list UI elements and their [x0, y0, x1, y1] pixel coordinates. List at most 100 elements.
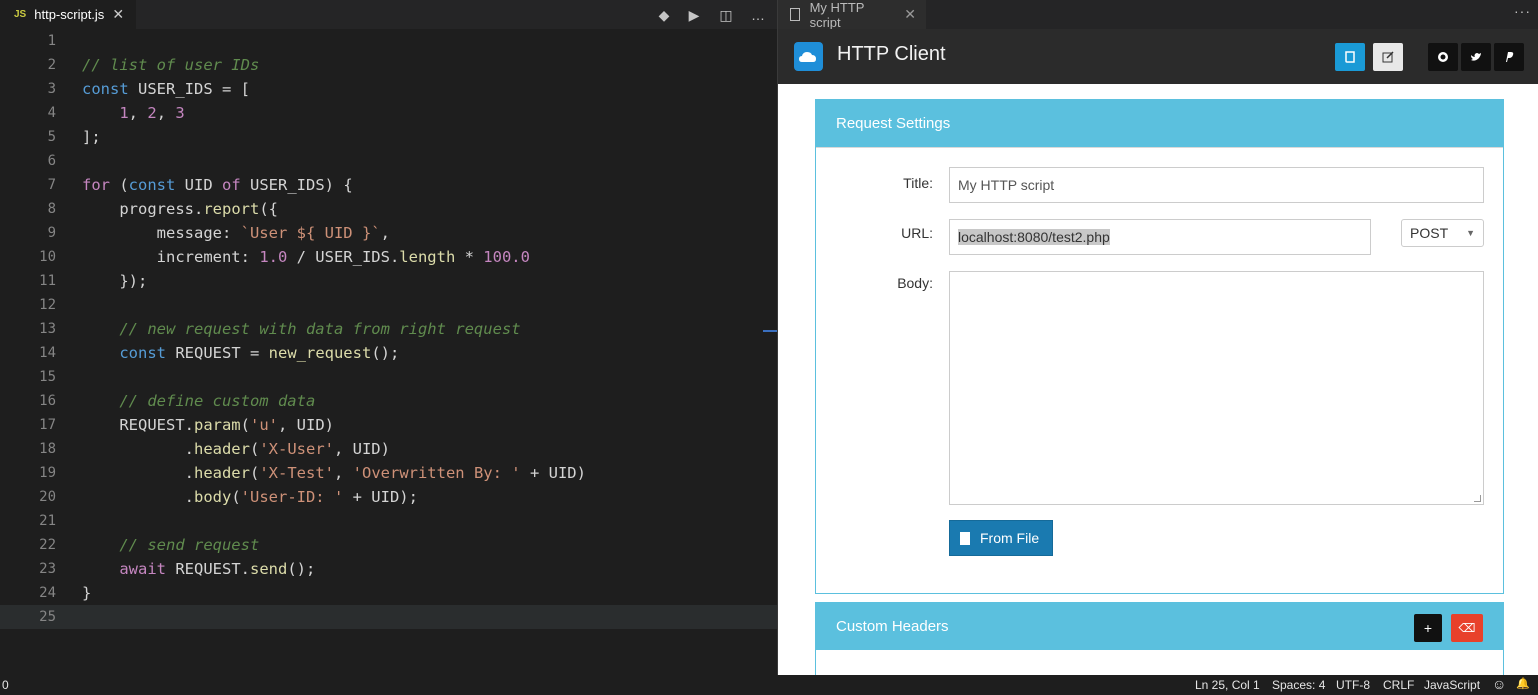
indentation[interactable]: Spaces: 4 — [1272, 678, 1325, 692]
code-token: . — [82, 464, 194, 482]
git-compare-icon[interactable]: ◆ — [654, 5, 674, 25]
book-button[interactable] — [1335, 43, 1365, 71]
line-number: 8 — [47, 201, 56, 217]
code-token: ( — [231, 488, 241, 506]
code-token: // define custom data — [119, 392, 316, 410]
code-token: }); — [82, 272, 148, 290]
code-editor[interactable]: 1 2// list of user IDs 3 const USER_IDS = [… — [0, 29, 777, 675]
line-number: 16 — [39, 393, 56, 409]
custom-headers-panel: Custom Headers + ⌫ — [815, 602, 1504, 675]
code-token: param — [193, 416, 241, 434]
code-token: REQUEST = — [166, 344, 269, 362]
code-token: increment: — [82, 248, 260, 266]
code-token: 'X-Test' — [259, 464, 334, 482]
code-line[interactable]: 8 progress.report({ — [0, 197, 777, 221]
code-line[interactable]: 9 message: `User ${ UID }`, — [0, 221, 777, 245]
code-text: .header('X-Test', 'Overwritten By: ' + U… — [82, 461, 586, 485]
code-line[interactable]: 5]; — [0, 125, 777, 149]
bell-icon[interactable]: 🔔 — [1516, 677, 1530, 690]
code-line[interactable]: 19 .header('X-Test', 'Overwritten By: ' … — [0, 461, 777, 485]
code-text: // send request — [82, 533, 259, 557]
code-line[interactable]: 24} — [0, 581, 777, 605]
from-file-button[interactable]: From File — [949, 520, 1053, 556]
method-select[interactable]: POST ▼ — [1401, 219, 1484, 247]
code-line[interactable]: 12 — [0, 293, 777, 317]
title-input[interactable]: My HTTP script — [949, 167, 1484, 203]
right-tab-bar: My HTTP script ✕ ··· — [778, 0, 1538, 30]
url-input[interactable]: localhost:8080/test2.php — [949, 219, 1371, 255]
code-token: // list of user IDs — [82, 56, 260, 74]
feedback-smiley-icon[interactable]: ☺ — [1492, 676, 1506, 692]
code-line[interactable]: 13 // new request with data from right r… — [0, 317, 777, 341]
title-input-value: My HTTP script — [958, 177, 1055, 193]
code-line[interactable]: 10 increment: 1.0 / USER_IDS.length * 10… — [0, 245, 777, 269]
code-line[interactable]: 15 — [0, 365, 777, 389]
github-button[interactable] — [1428, 43, 1458, 71]
encoding[interactable]: UTF-8 — [1336, 678, 1370, 692]
code-line[interactable]: 17 REQUEST.param('u', UID) — [0, 413, 777, 437]
tab-my-http-script[interactable]: My HTTP script ✕ — [778, 0, 926, 30]
plus-circle-icon: + — [1423, 620, 1433, 636]
code-line[interactable]: 22 // send request — [0, 533, 777, 557]
code-token: 100.0 — [483, 248, 530, 266]
body-textarea[interactable] — [949, 271, 1484, 505]
split-editor-icon[interactable]: ◫ — [716, 5, 736, 25]
eraser-icon: ⌫ — [1458, 621, 1476, 635]
code-line[interactable]: 3 const USER_IDS = [ — [0, 77, 777, 101]
code-text: for (const UID of USER_IDS) { — [82, 173, 353, 197]
paypal-button[interactable] — [1494, 43, 1524, 71]
code-token: const — [119, 344, 166, 362]
code-token: for — [82, 176, 110, 194]
code-line[interactable]: 11 }); — [0, 269, 777, 293]
code-token: . — [82, 440, 194, 458]
custom-headers-heading-bar: Custom Headers + ⌫ — [816, 603, 1503, 650]
close-icon[interactable]: ✕ — [112, 6, 124, 23]
more-actions-icon[interactable]: ··· — [1514, 3, 1531, 19]
caret-down-icon: ▼ — [1466, 228, 1475, 238]
language-mode[interactable]: JavaScript — [1424, 678, 1480, 692]
line-number: 5 — [47, 129, 56, 145]
code-token: , UID) — [333, 440, 390, 458]
more-actions-icon[interactable]: … — [748, 5, 768, 25]
tab-http-script-js[interactable]: JS http-script.js ✕ — [0, 0, 136, 29]
code-line[interactable]: 4 1, 2, 3 — [0, 101, 777, 125]
code-line[interactable]: 7 for (const UID of USER_IDS) { — [0, 173, 777, 197]
resize-grip-icon[interactable] — [1474, 495, 1481, 502]
edit-button[interactable] — [1373, 43, 1403, 71]
code-text: increment: 1.0 / USER_IDS.length * 100.0 — [82, 245, 530, 269]
line-number: 2 — [47, 57, 56, 73]
code-token: REQUEST. — [166, 560, 250, 578]
code-line[interactable]: 14 const REQUEST = new_request(); — [0, 341, 777, 365]
code-line[interactable]: 16 // define custom data — [0, 389, 777, 413]
code-token: const — [82, 80, 129, 98]
clear-headers-button[interactable]: ⌫ — [1451, 614, 1483, 642]
code-token: ({ — [259, 200, 278, 218]
code-line[interactable]: 25 — [0, 605, 777, 629]
code-line[interactable]: 1 — [0, 29, 777, 53]
cursor-position[interactable]: Ln 25, Col 1 — [1195, 678, 1260, 692]
status-left[interactable]: 0 — [2, 678, 9, 692]
code-line[interactable]: 6 — [0, 149, 777, 173]
url-label: URL: — [901, 225, 933, 241]
run-icon[interactable]: ▶ — [684, 5, 704, 25]
code-token: ( — [240, 416, 250, 434]
code-token: (); — [287, 560, 316, 578]
line-number: 12 — [39, 297, 56, 313]
code-line[interactable]: 20 .body('User-ID: ' + UID); — [0, 485, 777, 509]
add-header-button[interactable]: + — [1414, 614, 1442, 642]
line-number: 23 — [39, 561, 56, 577]
close-icon[interactable]: ✕ — [904, 6, 916, 23]
code-token: 'User-ID: ' — [240, 488, 344, 506]
line-endings[interactable]: CRLF — [1383, 678, 1414, 692]
code-token: ( — [249, 464, 260, 482]
code-token: const — [128, 176, 176, 194]
code-line[interactable]: 23 await REQUEST.send(); — [0, 557, 777, 581]
custom-headers-heading: Custom Headers — [836, 618, 949, 635]
code-line[interactable]: 18 .header('X-User', UID) — [0, 437, 777, 461]
code-token: ( — [110, 176, 129, 194]
code-line[interactable]: 2 // list of user IDs — [0, 53, 777, 77]
code-line[interactable]: 21 — [0, 509, 777, 533]
twitter-button[interactable] — [1461, 43, 1491, 71]
